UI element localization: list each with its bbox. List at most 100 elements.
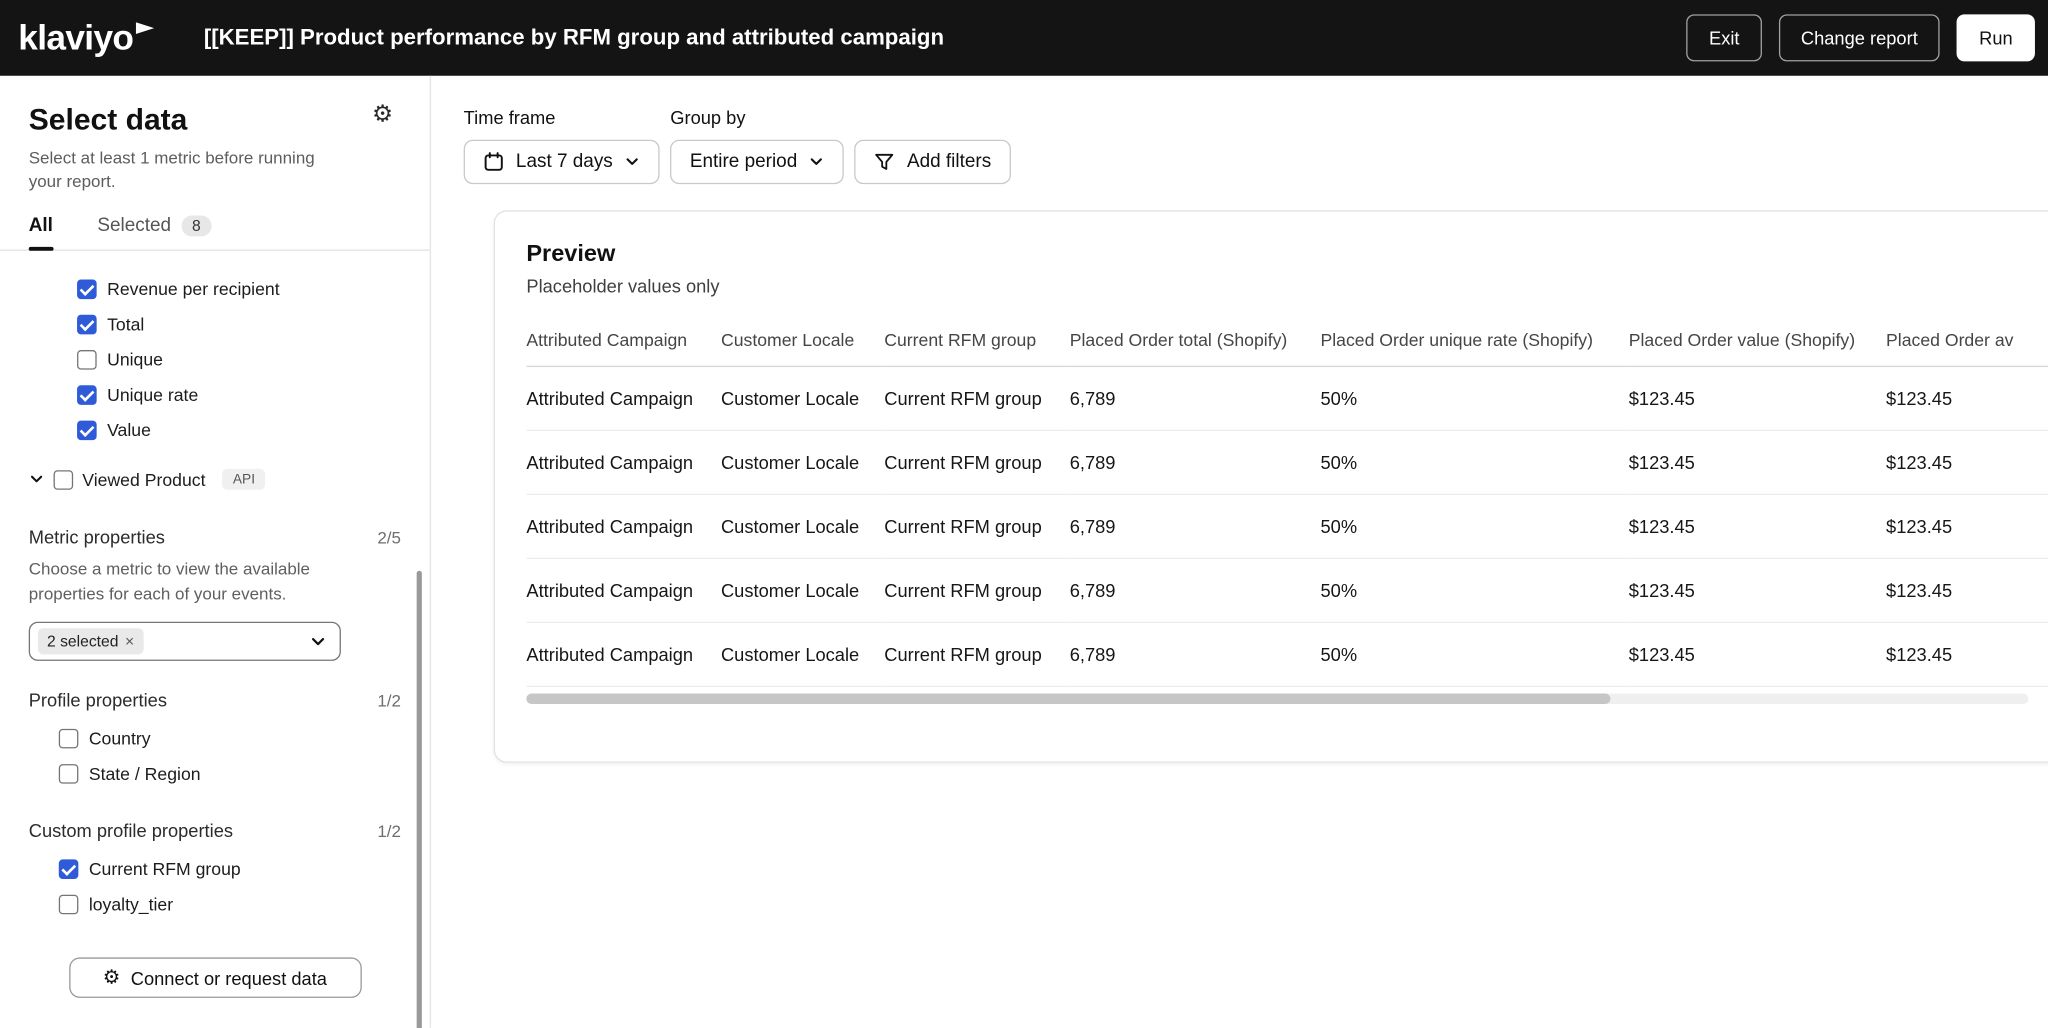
metric-item-total[interactable]: Total — [0, 307, 430, 342]
preview-title: Preview — [526, 240, 2048, 267]
report-title: [[KEEP]] Product performance by RFM grou… — [204, 25, 944, 51]
table-cell: Customer Locale — [721, 430, 884, 494]
app-window: klaviyo [[KEEP]] Product performance by … — [0, 0, 2048, 1028]
main-content: Time frame Last 7 days Group by Entire p… — [431, 76, 2048, 1028]
table-cell: $123.45 — [1886, 430, 2048, 494]
metric-label: Unique rate — [107, 386, 198, 406]
column-header: Placed Order value (Shopify) — [1629, 330, 1886, 366]
connect-button-label: Connect or request data — [131, 967, 327, 988]
preview-subtitle: Placeholder values only — [526, 276, 2048, 297]
metric-item-value[interactable]: Value — [0, 413, 430, 448]
section-title: Metric properties — [29, 527, 165, 548]
table-cell: 50% — [1320, 494, 1628, 558]
column-header: Customer Locale — [721, 330, 884, 366]
selected-chip[interactable]: 2 selected — [38, 628, 143, 654]
table-cell: $123.45 — [1629, 430, 1886, 494]
table-cell: 6,789 — [1070, 622, 1321, 686]
settings-gear-icon[interactable] — [372, 102, 393, 126]
custom-profile-item-loyalty-tier[interactable]: loyalty_tier — [0, 887, 430, 922]
checkbox[interactable] — [77, 280, 97, 300]
metric-properties-select[interactable]: 2 selected — [29, 622, 341, 661]
profile-item-state-region[interactable]: State / Region — [0, 756, 430, 791]
profile-item-country[interactable]: Country — [0, 721, 430, 756]
custom-profile-label: loyalty_tier — [89, 895, 173, 915]
api-badge: API — [222, 469, 265, 490]
table-cell: $123.45 — [1629, 366, 1886, 430]
column-header: Placed Order unique rate (Shopify) — [1320, 330, 1628, 366]
table-cell: 50% — [1320, 366, 1628, 430]
checkbox[interactable] — [59, 860, 79, 880]
checkbox[interactable] — [59, 729, 79, 749]
column-header: Attributed Campaign — [526, 330, 721, 366]
table-row: Attributed CampaignCustomer LocaleCurren… — [526, 494, 2048, 558]
table-cell: 50% — [1320, 430, 1628, 494]
add-filters-label: Add filters — [907, 152, 991, 173]
table-cell: $123.45 — [1886, 622, 2048, 686]
sidebar-tabs: All Selected 8 — [0, 216, 430, 251]
preview-card: Preview Placeholder values only Attribut… — [494, 210, 2048, 762]
klaviyo-wordmark: klaviyo — [18, 20, 133, 55]
metric-item-revenue-per-recipient[interactable]: Revenue per recipient — [0, 272, 430, 307]
time-frame-value: Last 7 days — [516, 152, 613, 173]
klaviyo-logo[interactable]: klaviyo — [18, 20, 155, 55]
table-cell: Attributed Campaign — [526, 622, 721, 686]
custom-profile-item-current-rfm-group[interactable]: Current RFM group — [0, 852, 430, 887]
filter-funnel-icon — [874, 152, 895, 173]
viewed-product-row[interactable]: Viewed Product API — [0, 462, 430, 499]
table-cell: 6,789 — [1070, 430, 1321, 494]
checkbox[interactable] — [77, 386, 97, 406]
checkbox[interactable] — [77, 315, 97, 335]
tab-all[interactable]: All — [29, 216, 53, 250]
checkbox[interactable] — [77, 421, 97, 441]
table-cell: Current RFM group — [884, 430, 1069, 494]
table-row: Attributed CampaignCustomer LocaleCurren… — [526, 558, 2048, 622]
checkbox[interactable] — [59, 764, 79, 784]
tab-selected-label: Selected — [97, 216, 171, 237]
checkbox[interactable] — [54, 470, 74, 490]
chevron-down-icon[interactable] — [29, 472, 45, 488]
table-cell: Attributed Campaign — [526, 366, 721, 430]
table-cell: $123.45 — [1629, 622, 1886, 686]
run-button[interactable]: Run — [1957, 14, 2035, 61]
sidebar-scrollbar[interactable] — [417, 571, 422, 1028]
tab-selected[interactable]: Selected 8 — [97, 216, 211, 250]
table-scrollbar-thumb[interactable] — [526, 694, 1610, 704]
table-cell: Current RFM group — [884, 494, 1069, 558]
metric-item-unique[interactable]: Unique — [0, 343, 430, 378]
metric-properties-description: Choose a metric to view the available pr… — [29, 558, 340, 607]
checkbox[interactable] — [59, 895, 79, 915]
metric-label: Revenue per recipient — [107, 280, 280, 300]
spacer — [855, 107, 1011, 129]
profile-properties-header: Profile properties 1/2 — [29, 690, 401, 711]
calendar-icon — [483, 152, 504, 173]
time-frame-dropdown[interactable]: Last 7 days — [464, 140, 660, 184]
selected-count-badge: 8 — [182, 216, 212, 237]
table-cell: Attributed Campaign — [526, 430, 721, 494]
add-filters-button[interactable]: Add filters — [855, 140, 1011, 184]
column-header: Current RFM group — [884, 330, 1069, 366]
table-row: Attributed CampaignCustomer LocaleCurren… — [526, 366, 2048, 430]
metric-checkbox-list: Revenue per recipient Total Unique Uniqu… — [0, 272, 430, 448]
metric-item-unique-rate[interactable]: Unique rate — [0, 378, 430, 413]
time-frame-label: Time frame — [464, 107, 660, 129]
table-cell: Customer Locale — [721, 558, 884, 622]
table-scrollbar-track[interactable] — [526, 694, 2028, 704]
group-by-value: Entire period — [690, 152, 797, 173]
group-by-dropdown[interactable]: Entire period — [670, 140, 844, 184]
table-cell: 6,789 — [1070, 494, 1321, 558]
change-report-button[interactable]: Change report — [1779, 14, 1940, 61]
remove-chip-icon[interactable] — [125, 632, 134, 650]
klaviyo-flag-icon — [136, 22, 156, 35]
checkbox[interactable] — [77, 351, 97, 371]
app-header: klaviyo [[KEEP]] Product performance by … — [0, 0, 2048, 76]
table-cell: Customer Locale — [721, 494, 884, 558]
header-actions: Exit Change report Run — [1687, 14, 2035, 61]
column-header: Placed Order total (Shopify) — [1070, 330, 1321, 366]
metric-properties-header: Metric properties 2/5 — [29, 527, 401, 548]
connect-or-request-data-button[interactable]: Connect or request data — [69, 957, 362, 997]
table-cell: 50% — [1320, 622, 1628, 686]
profile-properties-list: Country State / Region — [0, 721, 430, 792]
tab-all-label: All — [29, 216, 53, 237]
exit-button[interactable]: Exit — [1687, 14, 1762, 61]
table-cell: Current RFM group — [884, 622, 1069, 686]
